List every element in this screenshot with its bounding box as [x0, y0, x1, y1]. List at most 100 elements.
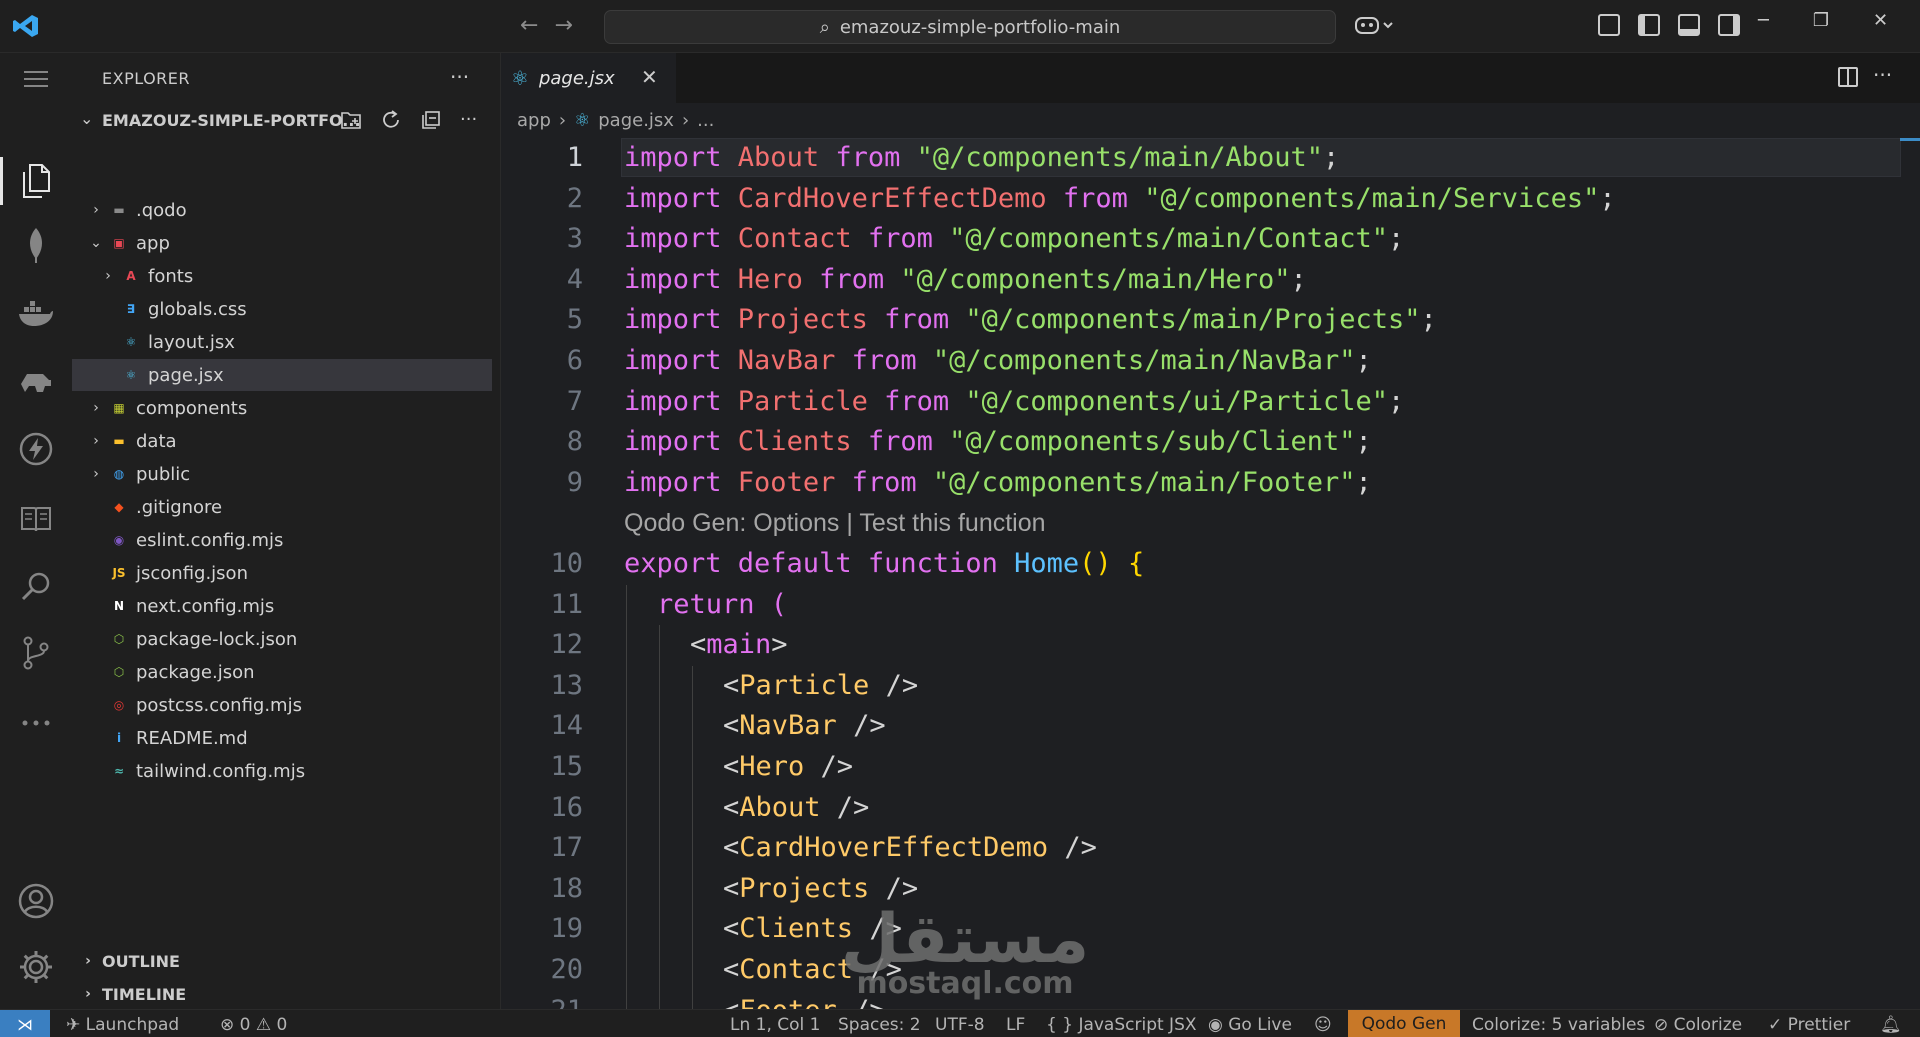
codelens-actions[interactable]: Qodo Gen: Options | Test this function — [624, 503, 1046, 543]
close-window-icon[interactable]: ✕ — [1873, 10, 1888, 31]
restore-icon[interactable]: ❐ — [1813, 10, 1829, 31]
cursor-position[interactable]: Ln 1, Col 1 — [730, 1015, 821, 1035]
tree-item[interactable]: ⬡ package-lock.json — [72, 623, 492, 655]
tree-item[interactable]: › ▬ .qodo — [72, 194, 492, 226]
colorize-item[interactable]: ⊘ Colorize — [1654, 1015, 1742, 1035]
copilot-icon[interactable] — [1354, 14, 1394, 38]
code-line[interactable]: 19 <Clients /> — [501, 909, 1920, 951]
project-root-row[interactable]: ⌄ EMAZOUZ-SIMPLE-PORTFO... ··· — [72, 107, 500, 135]
go-live-item[interactable]: ◉ Go Live — [1208, 1015, 1292, 1035]
toggle-sidebar-icon[interactable] — [1638, 14, 1660, 36]
close-tab-icon[interactable]: ✕ — [641, 65, 658, 89]
chevron-down-icon[interactable]: ⌄ — [86, 235, 106, 251]
tree-item[interactable]: ∃ globals.css — [72, 293, 492, 325]
breadcrumb-symbol[interactable]: ... — [697, 110, 714, 131]
code-line[interactable]: 1 import About from "@/components/main/Ab… — [501, 138, 1920, 178]
refresh-icon[interactable] — [380, 109, 402, 136]
chevron-right-icon[interactable]: › — [98, 268, 118, 284]
more-views-icon[interactable] — [16, 703, 56, 743]
code-line[interactable]: 6 import NavBar from "@/components/main/N… — [501, 341, 1920, 381]
timeline-section[interactable]: › TIMELINE — [72, 979, 186, 1009]
command-center-search[interactable]: ⌕ emazouz-simple-portfolio-main — [604, 10, 1336, 44]
remote-explorer-icon[interactable] — [16, 361, 56, 401]
tree-item[interactable]: ⌄ ▣ app — [72, 227, 492, 259]
code-line[interactable]: 17 <CardHoverEffectDemo /> — [501, 828, 1920, 870]
tab-page-jsx[interactable]: ⚛ page.jsx ✕ — [501, 53, 676, 103]
book-icon[interactable] — [16, 499, 56, 539]
problems-indicator[interactable]: ⊗ 0 ⚠ 0 — [220, 1015, 287, 1035]
tree-item[interactable]: › ▬ data — [72, 425, 492, 457]
code-line[interactable]: 15 <Hero /> — [501, 747, 1920, 788]
code-line[interactable]: 5 import Projects from "@/components/main… — [501, 300, 1920, 340]
code-line[interactable]: 4 import Hero from "@/components/main/Her… — [501, 260, 1920, 300]
qodo-gen-badge[interactable]: Qodo Gen — [1348, 1010, 1460, 1037]
eol-setting[interactable]: LF — [1006, 1015, 1025, 1035]
tree-item[interactable]: › ◍ public — [72, 458, 492, 490]
outline-section[interactable]: › OUTLINE — [72, 946, 180, 976]
editor-more-icon[interactable]: ··· — [1873, 63, 1892, 87]
code-editor[interactable]: 1 import About from "@/components/main/Ab… — [501, 138, 1920, 1009]
tree-item[interactable]: ◆ .gitignore — [72, 491, 492, 523]
split-editor-icon[interactable] — [1838, 67, 1858, 87]
scrollbar-marker[interactable] — [1900, 138, 1920, 141]
toggle-secondary-sidebar-icon[interactable] — [1718, 14, 1740, 36]
tree-item[interactable]: › Afonts — [72, 260, 492, 292]
code-line[interactable]: 2 import CardHoverEffectDemo from "@/comp… — [501, 179, 1920, 219]
indentation-setting[interactable]: Spaces: 2 — [838, 1015, 921, 1035]
copilot-status-icon[interactable]: ☺ — [1314, 1015, 1332, 1035]
account-icon[interactable] — [16, 881, 56, 921]
code-line[interactable]: 20 <Contact /> — [501, 950, 1920, 991]
chevron-right-icon[interactable]: › — [86, 433, 106, 449]
customize-layout-icon[interactable] — [1598, 14, 1620, 36]
code-line[interactable]: 10 export default function Home() { — [501, 544, 1920, 584]
launchpad-item[interactable]: ✈ Launchpad — [66, 1015, 179, 1035]
prettier-item[interactable]: ✓ Prettier — [1768, 1015, 1850, 1035]
minimize-icon[interactable]: ─ — [1758, 10, 1769, 31]
explorer-icon[interactable] — [16, 161, 56, 201]
search-icon[interactable] — [16, 567, 56, 607]
code-line[interactable]: 13 <Particle /> — [501, 665, 1920, 707]
code-line[interactable]: 9 import Footer from "@/components/main/F… — [501, 463, 1920, 503]
code-line[interactable]: 14 <NavBar /> — [501, 706, 1920, 748]
tree-item[interactable]: ≈ tailwind.config.mjs — [72, 755, 492, 787]
code-line[interactable]: 11 return ( — [501, 584, 1920, 626]
mongodb-leaf-icon[interactable] — [16, 225, 56, 265]
source-control-icon[interactable] — [16, 633, 56, 673]
docker-icon[interactable] — [16, 293, 56, 333]
code-line[interactable]: 18 <Projects /> — [501, 868, 1920, 910]
language-mode[interactable]: { } JavaScript JSX — [1046, 1015, 1197, 1035]
remote-indicator-icon[interactable]: ⋊ — [0, 1010, 50, 1037]
back-arrow-icon[interactable]: ← — [520, 13, 538, 38]
toggle-panel-icon[interactable] — [1678, 14, 1700, 36]
colorize-variables[interactable]: Colorize: 5 variables — [1472, 1015, 1645, 1035]
tree-item[interactable]: ⚛ layout.jsx — [72, 326, 492, 358]
forward-arrow-icon[interactable]: → — [554, 13, 572, 38]
tree-item[interactable]: i README.md — [72, 722, 492, 754]
encoding-setting[interactable]: UTF-8 — [935, 1015, 985, 1035]
explorer-more-icon[interactable]: ··· — [450, 65, 469, 89]
collapse-all-icon[interactable] — [420, 109, 442, 136]
tree-item[interactable]: ⚛ page.jsx — [72, 359, 492, 391]
tree-item[interactable]: ⬡ package.json — [72, 656, 492, 688]
tree-item[interactable]: ◉ eslint.config.mjs — [72, 524, 492, 556]
code-line[interactable]: 16 <About /> — [501, 787, 1920, 829]
tree-item[interactable]: › ▦ components — [72, 392, 492, 424]
notifications-bell-icon[interactable]: 🔔︎ — [1880, 1015, 1902, 1035]
code-line[interactable]: 3 import Contact from "@/components/main/… — [501, 219, 1920, 259]
breadcrumb-file[interactable]: page.jsx — [598, 110, 674, 131]
more-actions-icon[interactable]: ··· — [460, 109, 477, 136]
vscode-logo-icon[interactable] — [12, 14, 40, 38]
chevron-right-icon[interactable]: › — [86, 466, 106, 482]
tree-item[interactable]: ◎ postcss.config.mjs — [72, 689, 492, 721]
settings-gear-icon[interactable] — [16, 947, 56, 987]
chevron-right-icon[interactable]: › — [86, 400, 106, 416]
breadcrumb-folder[interactable]: app — [517, 110, 551, 131]
new-file-icon[interactable] — [340, 109, 362, 136]
chevron-right-icon[interactable]: › — [86, 202, 106, 218]
thunder-client-icon[interactable] — [16, 429, 56, 469]
tree-item[interactable]: Nnext.config.mjs — [72, 590, 492, 622]
code-line[interactable]: 21<Footer /> — [501, 990, 1920, 1009]
menu-icon[interactable] — [16, 59, 56, 99]
tree-item[interactable]: JS jsconfig.json — [72, 557, 492, 589]
code-line[interactable]: 8 import Clients from "@/components/sub/C… — [501, 422, 1920, 462]
